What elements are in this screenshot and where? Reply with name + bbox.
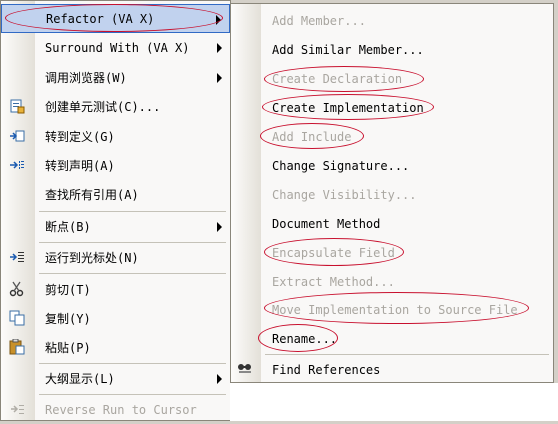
menu-item-find-all-references[interactable]: 查找所有引用(A) [1,180,230,209]
submenu-item-rename[interactable]: Rename... [231,324,553,353]
submenu-item-encapsulate-field: Encapsulate Field [231,238,553,267]
menu-item-label: 大纲显示(L) [45,372,115,386]
submenu-arrow-icon [217,73,222,83]
menu-item-copy[interactable]: 复制(Y) [1,304,230,333]
submenu-item-label: Add Member... [272,13,366,28]
submenu-item-label: Rename... [272,331,338,346]
menu-item-label: 复制(Y) [45,312,91,326]
menu-item-label: 创建单元测试(C)... [45,100,161,114]
submenu-item-add-member: Add Member... [231,6,553,35]
menu-separator [39,273,226,274]
submenu-item-move-implementation: Move Implementation to Source File [231,295,553,324]
submenu-arrow-icon [216,15,221,25]
copy-icon [9,310,25,326]
refactor-submenu: Add Member... Add Similar Member... Crea… [230,3,554,383]
submenu-item-add-include: Add Include [231,122,553,151]
menu-item-paste[interactable]: 粘贴(P) [1,333,230,362]
menu-item-call-browser[interactable]: 调用浏览器(W) [1,63,230,92]
menu-item-refactor[interactable]: Refactor (VA X) [1,4,230,33]
submenu-arrow-icon [217,222,222,232]
menu-item-surround-with[interactable]: Surround With (VA X) [1,33,230,62]
submenu-item-find-references[interactable]: Find References [231,355,553,384]
submenu-item-create-declaration: Create Declaration [231,64,553,93]
menu-item-label: 运行到光标处(N) [45,251,139,265]
menu-item-label: 转到定义(G) [45,130,115,144]
submenu-item-add-similar-member[interactable]: Add Similar Member... [231,35,553,64]
menu-item-cut[interactable]: 剪切(T) [1,275,230,304]
submenu-arrow-icon [217,374,222,384]
editor-background [230,383,558,421]
menu-item-label: 转到声明(A) [45,159,115,173]
reverse-run-icon [9,401,25,417]
menu-item-run-to-cursor[interactable]: 运行到光标处(N) [1,243,230,272]
submenu-item-label: Create Implementation [272,100,424,115]
submenu-arrow-icon [217,43,222,53]
paste-icon [9,339,25,355]
submenu-item-label: Create Declaration [272,71,403,86]
submenu-item-label: Change Visibility... [272,187,417,202]
submenu-item-label: Change Signature... [272,158,410,173]
go-to-definition-icon [9,128,25,144]
submenu-item-label: Add Similar Member... [272,42,424,57]
submenu-item-change-visibility: Change Visibility... [231,180,553,209]
menu-item-label: 粘贴(P) [45,341,91,355]
submenu-item-label: Add Include [272,129,352,144]
context-menu: Refactor (VA X) Surround With (VA X) 调用浏… [0,0,231,421]
scissors-icon [9,281,25,297]
submenu-item-label: Encapsulate Field [272,245,395,260]
run-to-cursor-icon [9,249,25,265]
submenu-item-create-implementation[interactable]: Create Implementation [231,93,553,122]
menu-item-go-to-definition[interactable]: 转到定义(G) [1,122,230,151]
menu-item-label: 查找所有引用(A) [45,188,139,202]
menu-item-breakpoint[interactable]: 断点(B) [1,212,230,241]
unit-test-icon [9,98,25,114]
find-references-icon [237,361,253,377]
menu-item-go-to-declaration[interactable]: 转到声明(A) [1,151,230,180]
menu-item-outlining[interactable]: 大纲显示(L) [1,364,230,393]
submenu-item-label: Extract Method... [272,274,395,289]
menu-item-label: 剪切(T) [45,283,91,297]
submenu-item-label: Document Method [272,216,381,231]
menu-item-reverse-run-to-cursor: Reverse Run to Cursor [1,395,230,424]
menu-item-create-unit-test[interactable]: 创建单元测试(C)... [1,92,230,121]
submenu-item-change-signature[interactable]: Change Signature... [231,151,553,180]
submenu-item-label: Move Implementation to Source File [272,302,518,317]
menu-item-label: 调用浏览器(W) [45,71,127,85]
submenu-item-document-method[interactable]: Document Method [231,209,553,238]
menu-item-label: Reverse Run to Cursor [45,402,197,417]
menu-item-label: Refactor (VA X) [46,11,155,26]
submenu-item-label: Find References [272,362,381,377]
go-to-declaration-icon [9,157,25,173]
menu-item-label: 断点(B) [45,220,91,234]
menu-item-label: Surround With (VA X) [45,40,190,55]
submenu-item-extract-method: Extract Method... [231,267,553,296]
